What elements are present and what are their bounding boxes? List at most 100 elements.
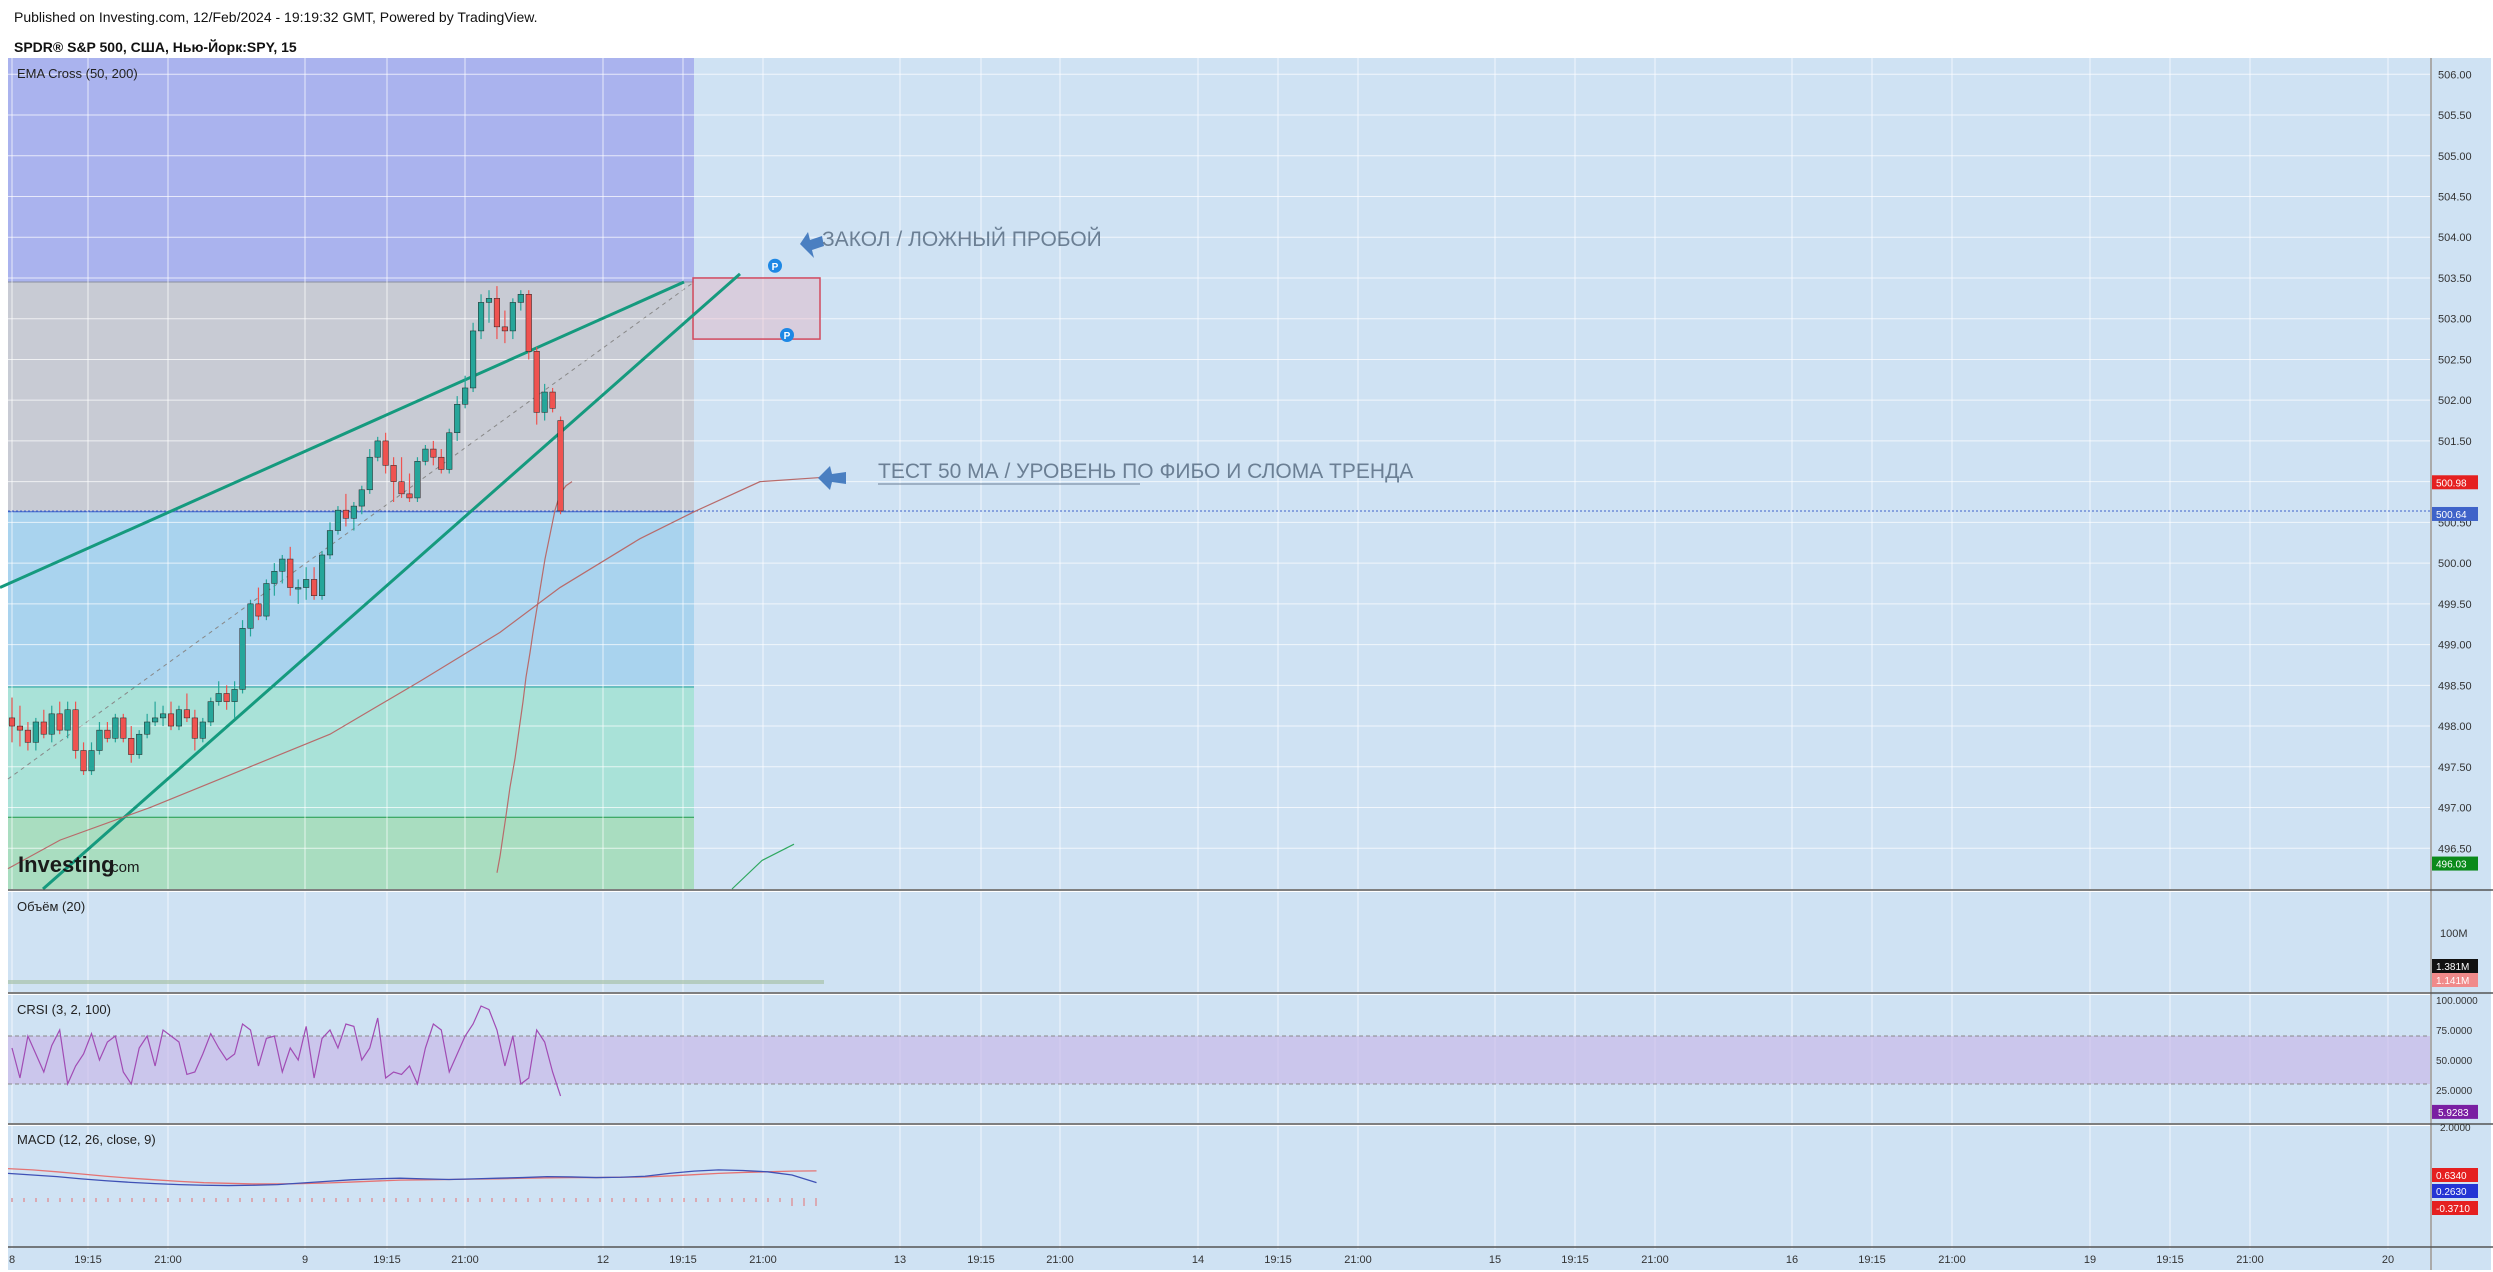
- candle-body: [334, 509, 341, 531]
- candle-body: [80, 750, 87, 772]
- candle-body: [160, 713, 167, 719]
- time-tick-label: 19: [2084, 1254, 2096, 1266]
- candle-body: [152, 717, 159, 723]
- macd-tick-label: 2.0000: [2440, 1123, 2471, 1134]
- candle-body: [104, 729, 111, 739]
- price-tag-label: 500.98: [2436, 478, 2467, 489]
- macd-pane-title: MACD (12, 26, close, 9): [17, 1132, 156, 1147]
- candle-body: [485, 298, 493, 303]
- candle-body: [478, 302, 485, 332]
- candle-body: [88, 750, 95, 772]
- candle-body: [167, 713, 175, 727]
- time-tick-label: 21:00: [749, 1254, 777, 1266]
- candle-body: [303, 579, 310, 588]
- price-tick-label: 498.00: [2438, 721, 2472, 733]
- time-tick-label: 9: [302, 1254, 308, 1266]
- candle-body: [8, 717, 16, 727]
- candle-body: [557, 420, 564, 512]
- crsi-pane-title: CRSI (3, 2, 100): [17, 1002, 111, 1017]
- candle-body: [175, 709, 182, 727]
- candle-body: [406, 493, 413, 499]
- chart-canvas[interactable]: 506.00 505.50 505.00 504.50 504.00 503.50 503.…: [0, 0, 2493, 1272]
- candle: [446, 428, 453, 474]
- candle-body: [56, 713, 63, 731]
- price-tag-label: 496.03: [2436, 860, 2467, 871]
- volume-pane-title: Объём (20): [17, 899, 85, 914]
- fib-zone-lower: [8, 686, 694, 818]
- annotation-false-breakout: ЗАКОЛ / ЛОЖНЫЙ ПРОБОЙ: [822, 227, 1102, 251]
- candle-body: [120, 717, 127, 739]
- price-tick-label: 503.00: [2438, 314, 2472, 326]
- candle-body: [454, 404, 461, 434]
- time-tick-label: 19:15: [1264, 1254, 1292, 1266]
- price-tick-label: 500.00: [2438, 558, 2472, 570]
- fib-zone-upper: [8, 282, 694, 512]
- crsi-tick-label: 100.0000: [2436, 996, 2478, 1007]
- time-tick-label: 15: [1489, 1254, 1501, 1266]
- macd-pane-bg: [8, 1126, 2430, 1249]
- candle-body: [342, 509, 349, 519]
- candle-body: [326, 530, 334, 556]
- candle-body: [430, 448, 437, 458]
- candle: [557, 416, 564, 515]
- volume-tag-label: 1.141M: [2436, 976, 2469, 987]
- candle: [414, 457, 421, 503]
- candle: [319, 550, 326, 600]
- time-tick-label: 21:00: [2236, 1254, 2264, 1266]
- time-axis-bg: [8, 1249, 2430, 1270]
- time-tick-label: 19:15: [669, 1254, 697, 1266]
- candle-body: [263, 583, 270, 617]
- candle-body: [32, 721, 39, 743]
- candle-body: [509, 302, 516, 332]
- time-tick-label: 21:00: [451, 1254, 479, 1266]
- price-tick-label: 506.00: [2438, 69, 2472, 81]
- price-tick-label: 504.50: [2438, 192, 2472, 204]
- candle-body: [493, 298, 500, 328]
- candle-body: [48, 713, 55, 735]
- candle-body: [358, 489, 365, 507]
- crsi-tick-label: 75.0000: [2436, 1026, 2473, 1037]
- candle-body: [390, 465, 397, 482]
- macd-tag-label: -0.3710: [2436, 1204, 2470, 1215]
- candle: [207, 697, 214, 727]
- time-tick-label: 19:15: [1561, 1254, 1589, 1266]
- candle: [334, 506, 341, 535]
- volume-pane-bg: [8, 892, 2430, 992]
- candle: [120, 713, 127, 743]
- candle-body: [470, 330, 477, 389]
- candle-body: [525, 294, 532, 352]
- candle-body: [462, 387, 469, 405]
- price-tick-label: 496.50: [2438, 843, 2472, 855]
- candle-body: [517, 294, 524, 303]
- candle-body: [16, 725, 23, 731]
- candle-body: [366, 456, 373, 491]
- time-tick-label: 16: [1786, 1254, 1798, 1266]
- candle-body: [215, 693, 222, 702]
- candle-body: [207, 701, 214, 723]
- candle-body: [382, 440, 389, 466]
- candle-body: [24, 729, 31, 743]
- candle-body: [398, 481, 405, 495]
- volume-bars: [8, 980, 824, 984]
- candle-body: [96, 729, 103, 751]
- time-tick-label: 19:15: [74, 1254, 102, 1266]
- price-tick-label: 504.00: [2438, 232, 2472, 244]
- investing-logo-suffix: .com: [107, 859, 140, 876]
- candle-body: [40, 721, 47, 735]
- candle: [525, 290, 532, 360]
- price-tick-label: 497.00: [2438, 803, 2472, 815]
- price-tick-label: 501.50: [2438, 436, 2472, 448]
- crsi-tick-label: 50.0000: [2436, 1056, 2473, 1067]
- candle-body: [319, 554, 326, 596]
- candle-body: [72, 709, 79, 751]
- candle-body: [374, 440, 381, 458]
- candle-body: [422, 448, 429, 462]
- candle: [239, 620, 246, 694]
- candle: [263, 579, 270, 621]
- price-tick-label: 505.50: [2438, 110, 2472, 122]
- candle-body: [128, 738, 135, 755]
- price-tick-label: 502.50: [2438, 354, 2472, 366]
- time-tick-label: 19:15: [967, 1254, 995, 1266]
- candle-body: [183, 709, 190, 719]
- candle-body: [191, 717, 198, 739]
